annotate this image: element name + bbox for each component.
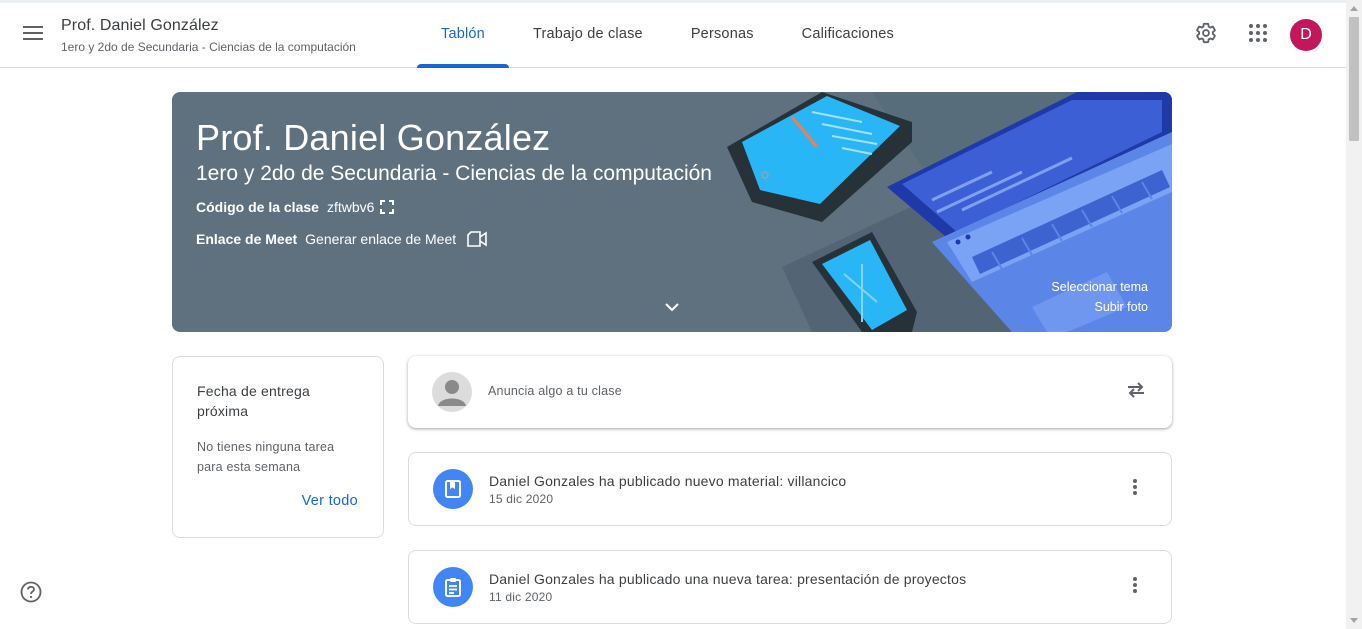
select-theme-link[interactable]: Seleccionar tema xyxy=(1051,277,1148,297)
assignment-icon xyxy=(433,567,473,607)
tab-classwork[interactable]: Trabajo de clase xyxy=(509,0,667,68)
google-apps-button[interactable] xyxy=(1238,15,1278,55)
page-scrollbar[interactable] xyxy=(1346,0,1362,629)
post-date: 15 dic 2020 xyxy=(489,492,554,506)
main-menu-button[interactable] xyxy=(13,15,53,55)
stream-post[interactable]: Daniel Gonzales ha publicado una nueva t… xyxy=(408,550,1172,624)
post-options-button[interactable] xyxy=(1115,567,1155,607)
post-title[interactable]: Daniel Gonzales ha publicado nuevo mater… xyxy=(489,473,846,489)
account-avatar[interactable]: D xyxy=(1290,19,1322,51)
upcoming-work-card: Fecha de entrega próxima No tienes ningu… xyxy=(172,356,384,538)
scroll-down-arrow-icon[interactable] xyxy=(1350,618,1358,623)
stream-post[interactable]: Daniel Gonzales ha publicado nuevo mater… xyxy=(408,452,1172,526)
video-camera-icon[interactable] xyxy=(466,231,488,247)
class-banner: Prof. Daniel González 1ero y 2do de Secu… xyxy=(172,92,1172,332)
post-date: 11 dic 2020 xyxy=(489,590,553,604)
material-book-icon xyxy=(433,469,473,509)
fullscreen-icon[interactable] xyxy=(380,200,395,214)
apps-grid-icon xyxy=(1249,23,1267,47)
class-tabs: Tablón Trabajo de clase Personas Calific… xyxy=(417,0,918,68)
class-code-row: Código de la clase zftwbv6 xyxy=(196,199,395,215)
banner-class-section: 1ero y 2do de Secundaria - Ciencias de l… xyxy=(196,162,712,185)
meet-link-label: Enlace de Meet xyxy=(196,231,298,247)
meet-link-row: Enlace de Meet Generar enlace de Meet xyxy=(196,231,488,247)
help-circle-icon xyxy=(20,581,42,608)
expand-banner-button[interactable] xyxy=(660,296,684,320)
class-code-label: Código de la clase xyxy=(196,199,319,215)
upload-photo-link[interactable]: Subir foto xyxy=(1051,297,1148,317)
banner-class-title: Prof. Daniel González xyxy=(196,117,551,158)
class-code-value[interactable]: zftwbv6 xyxy=(327,199,374,215)
banner-theme-links: Seleccionar tema Subir foto xyxy=(1051,277,1148,317)
announce-placeholder[interactable]: Anuncia algo a tu clase xyxy=(488,384,622,398)
scroll-up-arrow-icon[interactable] xyxy=(1350,6,1358,11)
user-avatar xyxy=(432,372,472,412)
tab-people[interactable]: Personas xyxy=(667,0,778,68)
upcoming-empty-text: No tienes ninguna tarea para esta semana xyxy=(197,440,335,474)
more-vert-icon xyxy=(1133,576,1137,598)
generate-meet-link[interactable]: Generar enlace de Meet xyxy=(305,231,456,247)
reuse-post-button[interactable] xyxy=(1116,372,1156,412)
top-app-bar: Prof. Daniel González 1ero y 2do de Secu… xyxy=(0,0,1346,68)
view-all-link[interactable]: Ver todo xyxy=(302,493,358,509)
post-title[interactable]: Daniel Gonzales ha publicado una nueva t… xyxy=(489,571,966,587)
tab-stream[interactable]: Tablón xyxy=(417,0,509,68)
scrollbar-thumb[interactable] xyxy=(1349,17,1359,141)
repost-icon xyxy=(1126,380,1146,405)
class-settings-button[interactable] xyxy=(1186,15,1226,55)
class-title[interactable]: Prof. Daniel González xyxy=(61,17,219,35)
chevron-down-icon xyxy=(665,299,679,317)
upcoming-title: Fecha de entrega próxima xyxy=(197,383,310,419)
more-vert-icon xyxy=(1133,478,1137,500)
class-section: 1ero y 2do de Secundaria - Ciencias de l… xyxy=(61,40,356,54)
announce-box[interactable]: Anuncia algo a tu clase xyxy=(408,356,1172,428)
tab-grades[interactable]: Calificaciones xyxy=(778,0,918,68)
gear-icon xyxy=(1195,22,1217,49)
help-button[interactable] xyxy=(19,581,43,608)
hamburger-menu-icon xyxy=(23,25,43,45)
post-options-button[interactable] xyxy=(1115,469,1155,509)
